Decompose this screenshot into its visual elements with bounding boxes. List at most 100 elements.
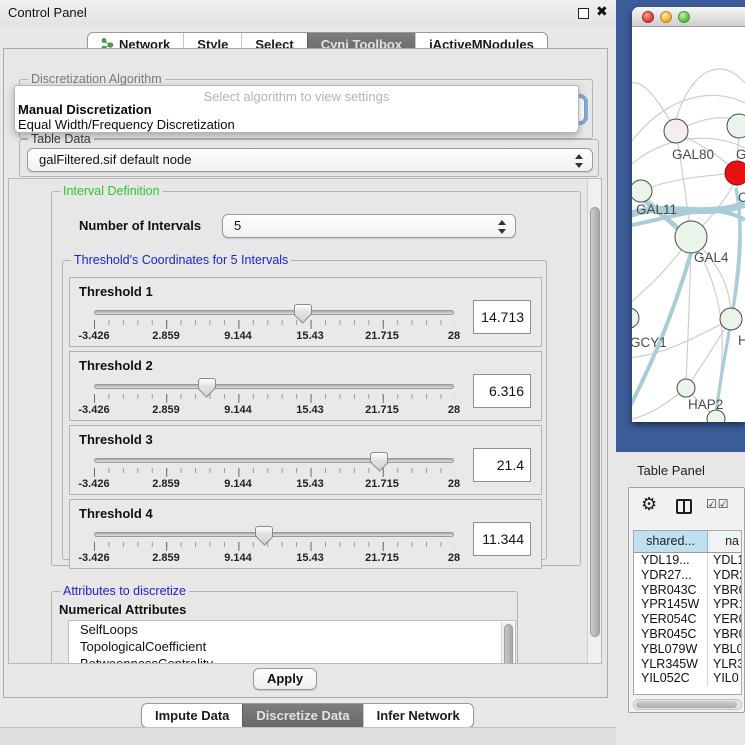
numerical-attributes-label: Numerical Attributes [59,602,186,617]
list-item[interactable]: SelfLoops [69,621,515,638]
close-window-icon[interactable]: ✖ [596,3,608,20]
table-row[interactable]: YBR045CYBR0 [634,627,741,642]
slider-ticks [94,394,455,403]
threshold-3-label: Threshold 3 [79,432,153,447]
threshold-4-label: Threshold 4 [79,506,153,521]
svg-text:GAL80: GAL80 [672,147,714,162]
number-of-intervals-combo[interactable]: 5 [222,214,516,238]
settings-scrollbar[interactable] [587,179,601,663]
threshold-1-value-field[interactable]: 14.713 [473,300,531,334]
tab-impute-data[interactable]: Impute Data [142,704,242,727]
zoom-traffic-light[interactable] [678,11,690,23]
attributes-list-scrollbar[interactable] [501,622,514,664]
threshold-1-slider[interactable]: -3.426 2.859 9.144 15.43 21.715 28 [94,308,454,346]
apply-button[interactable]: Apply [253,668,317,690]
slider-tick-labels: -3.426 2.859 9.144 15.43 21.715 28 [94,404,454,418]
threshold-3-value-field[interactable]: 21.4 [473,448,531,482]
network-node-selected[interactable] [725,161,745,185]
svg-text:GAL4: GAL4 [694,250,729,265]
close-traffic-light[interactable] [642,11,654,23]
list-item[interactable]: BetweennessCentrality [69,655,515,664]
slider-track[interactable] [94,532,454,537]
svg-text:H: H [738,333,745,348]
table-row[interactable]: YBL079WYBL0 [634,642,741,657]
slider-thumb[interactable] [198,378,214,395]
table-row[interactable]: YPR145WYPR1 [634,597,741,612]
scrollbar-thumb[interactable] [636,701,737,708]
screen: Control Panel ✖ Network Style Select Cyn… [0,0,745,745]
scrollbar-thumb[interactable] [590,207,600,637]
slider-track[interactable] [94,310,454,315]
table-row[interactable]: YBR043CYBR0 [634,583,741,598]
table-widget: ⚙ ☑☑ shared... na YDL19...YDL1 YDR27...Y… [628,487,745,713]
slider-track[interactable] [94,458,454,463]
threshold-2-slider[interactable]: -3.426 2.859 9.144 15.43 21.715 28 [94,382,454,420]
combo-arrows-icon [497,219,506,235]
table-toolbar: ⚙ ☑☑ [629,488,744,524]
attributes-group-title: Attributes to discretize [60,584,189,598]
window-title: Control Panel [8,5,87,20]
table-row[interactable]: YIL052CYIL0 [634,671,741,686]
algorithm-option-manual[interactable]: Manual Discretization [18,102,152,117]
table-panel-title: Table Panel [637,463,705,478]
network-canvas[interactable]: GAL80 G C GAL11 GAL4 GCY1 H HAP2 [632,28,745,422]
network-node[interactable] [675,221,707,253]
algorithm-option-equal-width[interactable]: Equal Width/Frequency Discretization [18,117,235,132]
slider-ticks [94,320,455,329]
thresholds-group-title: Threshold's Coordinates for 5 Intervals [71,253,291,267]
threshold-1-label: Threshold 1 [79,284,153,299]
table-header-row: shared... na [634,531,741,553]
float-window-button[interactable] [578,8,589,19]
threshold-3-slider[interactable]: -3.426 2.859 9.144 15.43 21.715 28 [94,456,454,494]
gear-icon[interactable]: ⚙ [641,494,657,515]
select-columns-icons[interactable]: ☑☑ [706,497,730,511]
network-node[interactable] [727,114,745,138]
table-horizontal-scrollbar[interactable] [633,699,742,710]
algorithm-dropdown-popup: Select algorithm to view settings Manual… [14,85,579,133]
network-node[interactable] [720,308,742,330]
table-row[interactable]: YDL19...YDL1 [634,553,741,568]
table-data-combo[interactable]: galFiltered.sif default node [27,148,593,172]
table-data-combo-value: galFiltered.sif default node [39,152,191,167]
slider-thumb[interactable] [294,304,310,321]
network-node[interactable] [677,379,695,397]
table-panel: Table Panel ⚙ ☑☑ shared... na YDL19...YD… [620,452,745,745]
tab-discretize-data[interactable]: Discretize Data [242,704,362,727]
table-row[interactable]: YDR27...YDR2 [634,568,741,583]
control-panel-window: Control Panel ✖ Network Style Select Cyn… [0,0,616,745]
slider-thumb[interactable] [370,452,386,469]
control-panel-titlebar: Control Panel ✖ [0,0,616,26]
threshold-1-panel: Threshold 1 -3.426 2.859 9.144 15.43 [69,277,542,347]
network-node[interactable] [632,308,639,328]
table-row[interactable]: YLR345WYLR3 [634,657,741,672]
slider-ticks [94,542,455,551]
column-header-shared-name[interactable]: shared... [634,531,708,552]
table-row[interactable]: YER054CYER0 [634,612,741,627]
network-node[interactable] [664,119,688,143]
threshold-4-slider[interactable]: -3.426 2.859 9.144 15.43 21.715 28 [94,530,454,568]
threshold-2-label: Threshold 2 [79,358,153,373]
node-attribute-table: shared... na YDL19...YDL1 YDR27...YDR2 Y… [633,530,742,695]
threshold-2-value-field[interactable]: 6.316 [473,374,531,408]
thresholds-group: Threshold's Coordinates for 5 Intervals … [62,260,547,560]
column-header-name[interactable]: na [708,531,741,552]
svg-text:GAL11: GAL11 [636,202,677,217]
slider-track[interactable] [94,384,454,389]
threshold-4-value-field[interactable]: 11.344 [473,522,531,556]
svg-text:HAP2: HAP2 [688,397,723,412]
network-view-window: GAL80 G C GAL11 GAL4 GCY1 H HAP2 [632,7,745,422]
tab-infer-network[interactable]: Infer Network [363,704,473,727]
list-item[interactable]: TopologicalCoefficient [69,638,515,655]
svg-text:C: C [738,190,745,205]
network-window-titlebar[interactable] [632,7,745,27]
table-data-group-title: Table Data [28,132,94,146]
minimize-traffic-light[interactable] [660,11,672,23]
discretization-algorithm-group-title: Discretization Algorithm [28,72,165,86]
interval-definition-title: Interval Definition [60,184,163,198]
columns-icon[interactable] [676,499,692,514]
network-node[interactable] [632,180,652,202]
slider-tick-labels: -3.426 2.859 9.144 15.43 21.715 28 [94,552,454,566]
slider-thumb[interactable] [255,526,271,543]
combo-arrows-icon [574,153,583,169]
table-data-group: Table Data galFiltered.sif default node [19,139,599,177]
